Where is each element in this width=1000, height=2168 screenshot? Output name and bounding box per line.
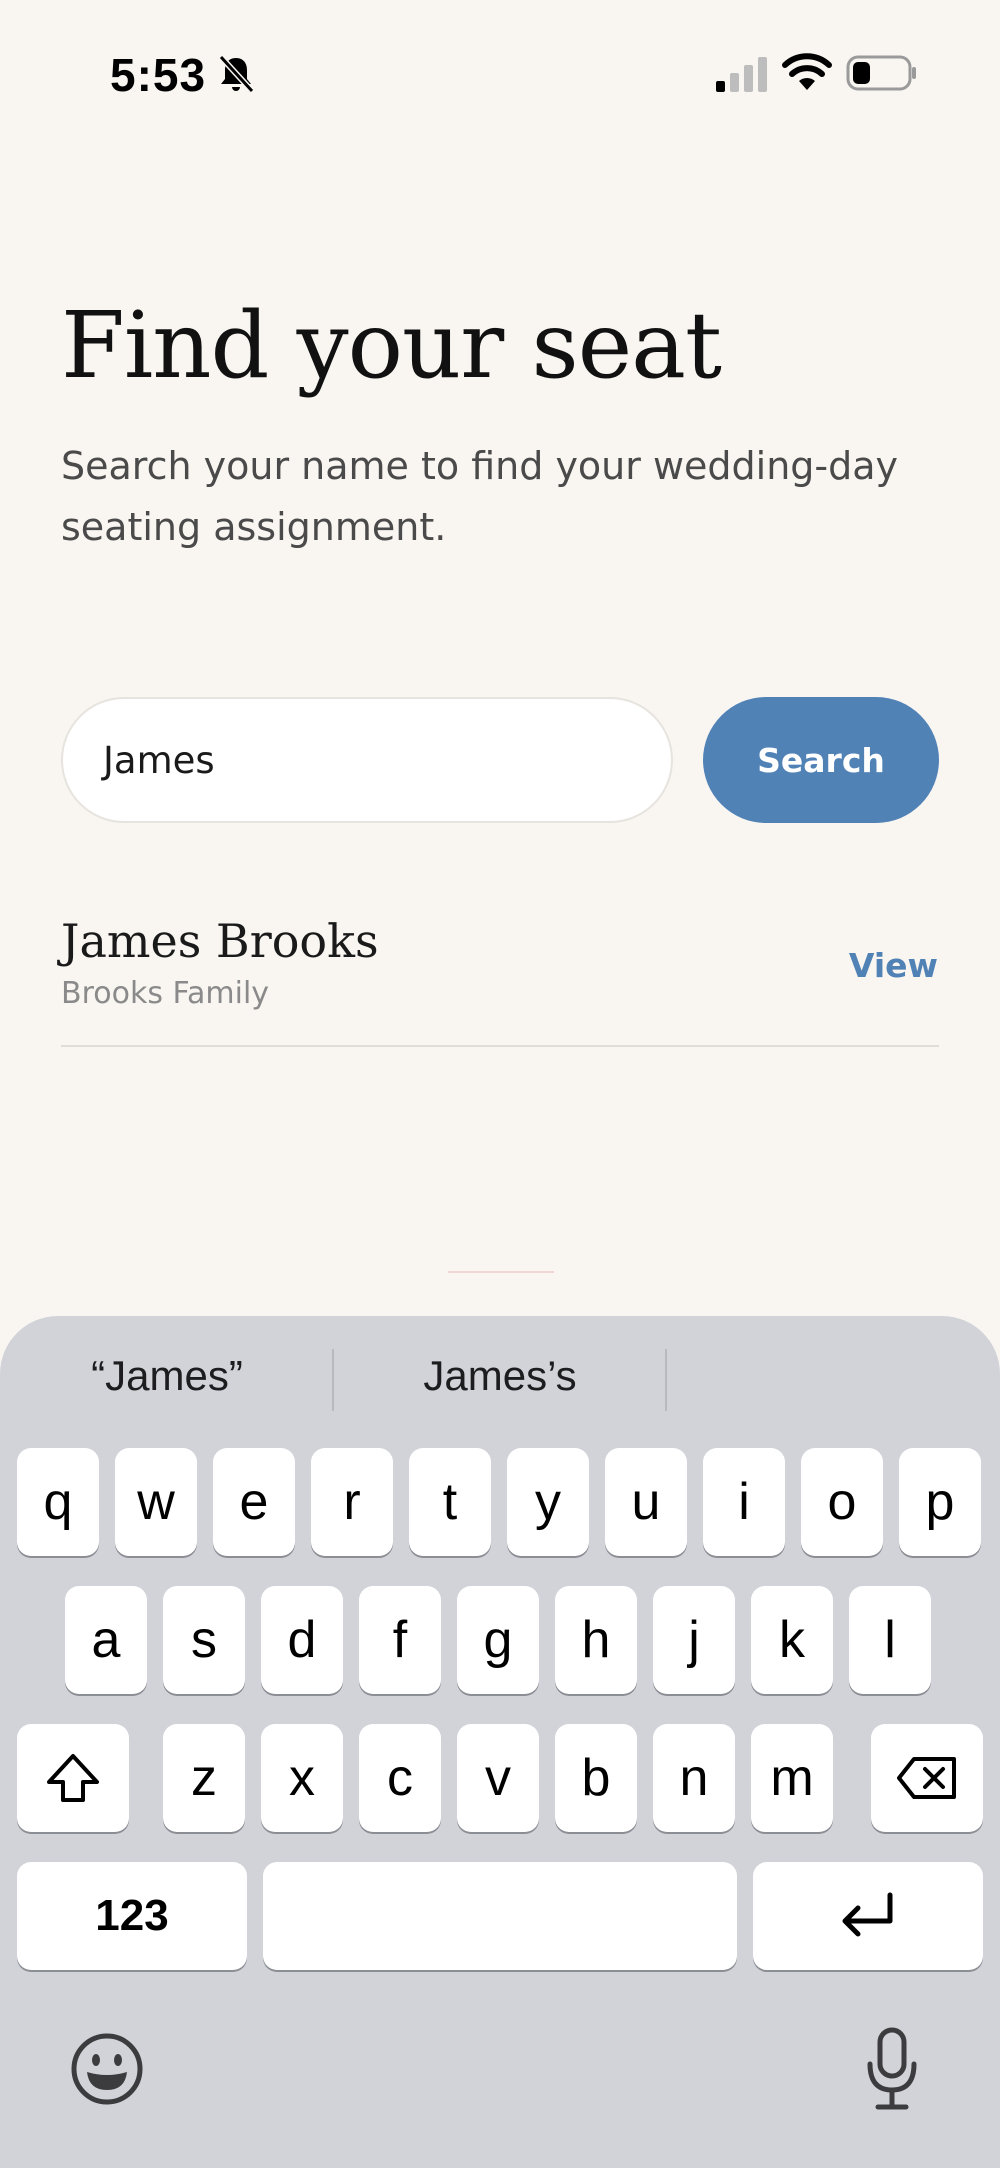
- key-o[interactable]: o: [801, 1448, 883, 1556]
- bell-slash-icon: [214, 52, 258, 96]
- key-i[interactable]: i: [703, 1448, 785, 1556]
- suggestion-separator: [665, 1349, 667, 1411]
- cellular-signal-icon: [714, 55, 770, 93]
- key-g[interactable]: g: [457, 1586, 539, 1694]
- status-bar: 5:53: [0, 0, 1000, 150]
- suggestion-1[interactable]: “James”: [0, 1352, 334, 1400]
- result-divider: [61, 1045, 939, 1047]
- backspace-icon: [897, 1757, 956, 1799]
- name-search-input[interactable]: James: [61, 697, 673, 823]
- key-l[interactable]: l: [849, 1586, 931, 1694]
- key-n[interactable]: n: [653, 1724, 735, 1832]
- onscreen-keyboard: “James” James’s q w e r t y u i o p a s …: [0, 1316, 1000, 2168]
- shift-key[interactable]: [17, 1724, 129, 1832]
- view-link[interactable]: View: [849, 946, 938, 985]
- key-c[interactable]: c: [359, 1724, 441, 1832]
- key-h[interactable]: h: [555, 1586, 637, 1694]
- space-key[interactable]: [263, 1862, 737, 1970]
- numbers-key[interactable]: 123: [17, 1862, 247, 1970]
- decorative-line: [448, 1271, 554, 1273]
- battery-icon: [846, 54, 918, 92]
- key-b[interactable]: b: [555, 1724, 637, 1832]
- key-y[interactable]: y: [507, 1448, 589, 1556]
- result-guest-name: James Brooks: [61, 914, 379, 968]
- key-v[interactable]: v: [457, 1724, 539, 1832]
- key-x[interactable]: x: [261, 1724, 343, 1832]
- key-a[interactable]: a: [65, 1586, 147, 1694]
- page-title: Find your seat: [61, 292, 722, 399]
- key-t[interactable]: t: [409, 1448, 491, 1556]
- suggestion-2[interactable]: James’s: [333, 1352, 667, 1400]
- emoji-icon[interactable]: [70, 2032, 144, 2106]
- return-icon: [842, 1892, 893, 1937]
- key-j[interactable]: j: [653, 1586, 735, 1694]
- key-z[interactable]: z: [163, 1724, 245, 1832]
- key-u[interactable]: u: [605, 1448, 687, 1556]
- key-s[interactable]: s: [163, 1586, 245, 1694]
- search-button[interactable]: Search: [703, 697, 939, 823]
- microphone-icon[interactable]: [864, 2026, 920, 2112]
- key-m[interactable]: m: [751, 1724, 833, 1832]
- backspace-key[interactable]: [871, 1724, 983, 1832]
- page-subtitle: Search your name to find your wedding-da…: [61, 444, 899, 549]
- key-w[interactable]: w: [115, 1448, 197, 1556]
- suggestion-bar: “James” James’s: [0, 1316, 1000, 1446]
- key-d[interactable]: d: [261, 1586, 343, 1694]
- key-f[interactable]: f: [359, 1586, 441, 1694]
- search-input-value: James: [103, 738, 215, 782]
- key-k[interactable]: k: [751, 1586, 833, 1694]
- key-q[interactable]: q: [17, 1448, 99, 1556]
- shift-icon: [47, 1754, 99, 1802]
- result-party-name: Brooks Family: [61, 976, 270, 1011]
- key-p[interactable]: p: [899, 1448, 981, 1556]
- return-key[interactable]: [753, 1862, 983, 1970]
- key-e[interactable]: e: [213, 1448, 295, 1556]
- key-r[interactable]: r: [311, 1448, 393, 1556]
- status-time: 5:53: [110, 49, 207, 101]
- wifi-icon: [782, 52, 832, 94]
